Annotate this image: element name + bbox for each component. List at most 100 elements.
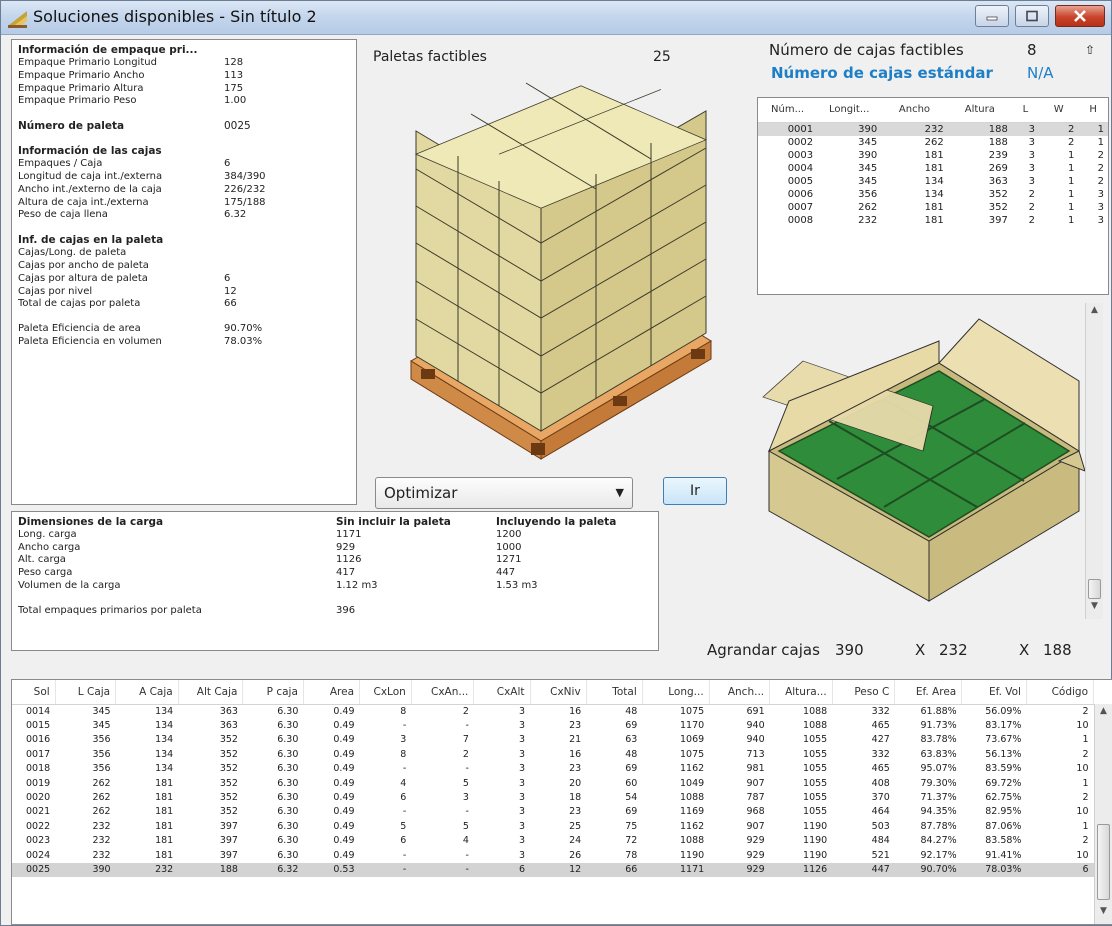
solution-row[interactable]: 0024 232 181 397 6.30 0.49 - - 3 26 78 1190 929 1190 5… (12, 849, 1094, 863)
column-header[interactable]: Altura... (769, 680, 833, 705)
column-header[interactable]: Total (586, 680, 643, 705)
collapse-up-icon[interactable]: ⇧ (1085, 43, 1095, 57)
solution-cell: 232 (92, 849, 111, 861)
column-header[interactable]: Alt Caja (178, 680, 244, 705)
solution-cell: 332 (871, 705, 890, 717)
box-row[interactable]: 0001 390 232 188 3 2 1 (758, 122, 1108, 136)
go-button[interactable]: Ir (663, 477, 727, 505)
box-row[interactable]: 0008 232 181 397 2 1 3 (758, 214, 1108, 227)
load-value: 1000 (496, 541, 522, 553)
column-header[interactable]: H (1078, 98, 1108, 123)
solutions-table-header: Sol L Caja A Caja Alt Caja P caja Area CxLon Cx… (12, 680, 1095, 705)
scroll-up-icon[interactable]: ▲ (1095, 706, 1112, 722)
scroll-thumb[interactable] (1097, 824, 1110, 900)
solution-row[interactable]: 0019 262 181 352 6.30 0.49 4 5 3 20 60 1049 907 1055 4… (12, 777, 1094, 791)
column-header[interactable]: Altura (947, 98, 1012, 123)
column-header[interactable]: Núm... (758, 98, 818, 123)
box-row[interactable]: 0006 356 134 352 2 1 3 (758, 188, 1108, 201)
box-view-scrollbar[interactable]: ▲ ▼ (1085, 303, 1103, 619)
box-row[interactable]: 0005 345 134 363 3 1 2 (758, 175, 1108, 188)
pallet-number-value: 0025 (224, 120, 251, 133)
box-row[interactable]: 0002 345 262 188 3 2 1 (758, 136, 1108, 149)
column-header[interactable]: Anch... (709, 680, 771, 705)
scroll-up-icon[interactable]: ▲ (1086, 305, 1103, 321)
column-header[interactable]: L (1011, 98, 1039, 123)
solution-cell: 83.78% (920, 734, 957, 746)
column-header[interactable]: P caja (242, 680, 304, 705)
info-label: Cajas por nivel (18, 285, 93, 297)
enlarge-width-value[interactable]: 232 (939, 641, 968, 659)
column-header[interactable]: CxAn... (411, 680, 475, 705)
solution-cell: 0015 (25, 719, 51, 731)
pallet-number-label: Número de paleta (18, 120, 125, 133)
title-bar[interactable]: Soluciones disponibles - Sin título 2 (1, 1, 1111, 35)
boxes-table-header: Núm... Longit... Ancho Altura L W H (758, 98, 1108, 123)
solution-cell: 1055 (803, 748, 828, 760)
boxes-list-panel: Núm... Longit... Ancho Altura L W H 0001… (757, 97, 1109, 295)
solution-cell: 10 (1076, 719, 1089, 731)
box-3d-view[interactable] (759, 301, 1085, 619)
solution-row[interactable]: 0022 232 181 397 6.30 0.49 5 5 3 25 75 1162 907 1190 5… (12, 820, 1094, 834)
maximize-button[interactable] (1015, 5, 1049, 27)
column-header[interactable]: Sol (12, 680, 56, 705)
solution-row[interactable]: 0016 356 134 352 6.30 0.49 3 7 3 21 63 1069 940 1055 4… (12, 733, 1094, 747)
solution-cell: 0.49 (333, 734, 355, 746)
scroll-down-icon[interactable]: ▼ (1095, 906, 1112, 922)
enlarge-x-separator: X (1019, 641, 1030, 659)
box-row[interactable]: 0004 345 181 269 3 1 2 (758, 162, 1108, 175)
solution-row[interactable]: 0017 356 134 352 6.30 0.49 8 2 3 16 48 1075 713 1055 3… (12, 748, 1094, 762)
column-header[interactable]: Long... (642, 680, 710, 705)
solution-row[interactable]: 0015 345 134 363 6.30 0.49 - - 3 23 69 1170 940 1088 4… (12, 719, 1094, 733)
solution-cell: 2 (462, 705, 469, 717)
info-value: 113 (224, 69, 244, 81)
solution-cell: 352 (219, 734, 238, 746)
enlarge-height-value[interactable]: 188 (1043, 641, 1072, 659)
box-cell: 2 (1097, 175, 1104, 187)
box-cell: 3 (1028, 149, 1035, 161)
column-header[interactable]: L Caja (55, 680, 117, 705)
solution-row[interactable]: 0014 345 134 363 6.30 0.49 8 2 3 16 48 1075 691 1088 3… (12, 704, 1094, 719)
solution-row[interactable]: 0025 390 232 188 6.32 0.53- -6 12 66 1171 929 1126 4… (12, 862, 1094, 878)
solution-cell: 90.70% (894, 862, 962, 878)
optimize-select[interactable]: Optimizar ▼ (375, 477, 633, 509)
column-header[interactable]: Código (1026, 680, 1095, 705)
scroll-down-icon[interactable]: ▼ (1086, 601, 1103, 617)
scroll-thumb[interactable] (1088, 579, 1101, 599)
load-label: Peso carga (18, 567, 73, 579)
column-header[interactable]: CxLon (359, 680, 412, 705)
column-header[interactable]: Longit... (817, 98, 882, 123)
pallet-3d-view[interactable] (381, 71, 731, 471)
solution-cell: 1075 (680, 705, 705, 717)
info-value: 6 (224, 272, 231, 284)
column-header[interactable]: Ancho (881, 98, 948, 123)
enlarge-length-value[interactable]: 390 (835, 641, 864, 659)
box-cell: 2 (1038, 122, 1079, 136)
solution-cell: 63 (625, 734, 638, 746)
box-cell: 1 (1068, 188, 1075, 200)
load-value: 1271 (496, 554, 522, 566)
column-header[interactable]: A Caja (115, 680, 179, 705)
solution-row[interactable]: 0020 262 181 352 6.30 0.49 6 3 3 18 54 1088 787 1055 3… (12, 791, 1094, 805)
solutions-window: Soluciones disponibles - Sin título 2 In… (0, 0, 1112, 926)
solution-row[interactable]: 0023 232 181 397 6.30 0.49 6 4 3 24 72 1088 929 1190 4… (12, 834, 1094, 848)
box-row[interactable]: 0007 262 181 352 2 1 3 (758, 201, 1108, 214)
column-header[interactable]: Ef. Area (894, 680, 963, 705)
solution-row[interactable]: 0021 262 181 352 6.30 0.49 - - 3 23 69 1169 968 1055 4… (12, 805, 1094, 819)
solution-row[interactable]: 0018 356 134 352 6.30 0.49 - - 3 23 69 1162 981 1055 4… (12, 762, 1094, 776)
solution-cell: 1049 (680, 777, 705, 789)
column-header[interactable]: CxNiv (530, 680, 587, 705)
column-header[interactable]: Area (303, 680, 361, 705)
column-header[interactable]: Peso C (832, 680, 896, 705)
solution-cell: 1088 (803, 705, 828, 717)
close-button[interactable] (1055, 5, 1105, 27)
column-header[interactable]: Ef. Vol (961, 680, 1027, 705)
info-row: Cajas/Long. de paleta (18, 247, 350, 260)
solution-cell: 6.32 (242, 862, 304, 878)
minimize-button[interactable] (975, 5, 1009, 27)
solution-cell: 4 (462, 835, 469, 847)
column-header[interactable]: CxAlt (473, 680, 531, 705)
column-header[interactable]: W (1038, 98, 1079, 123)
box-cell: 239 (988, 149, 1008, 161)
solutions-scrollbar[interactable]: ▲ ▼ (1094, 704, 1112, 924)
box-row[interactable]: 0003 390 181 239 3 1 2 (758, 149, 1108, 162)
